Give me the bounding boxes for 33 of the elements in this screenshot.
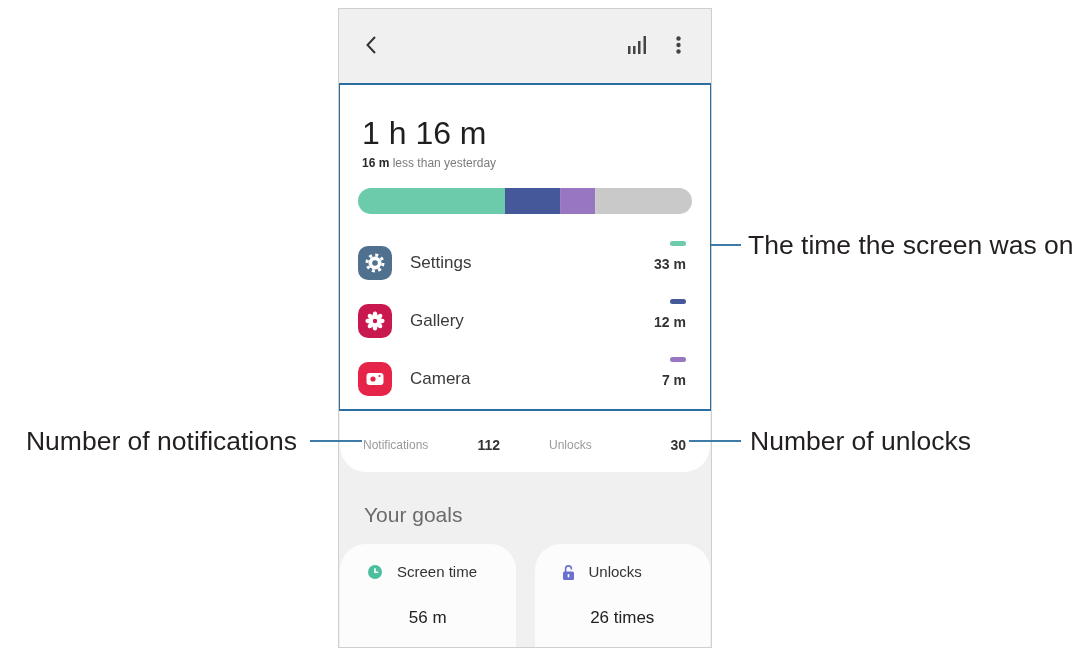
callout-text: Number of notifications	[25, 427, 297, 455]
goal-label: Unlocks	[588, 562, 642, 582]
back-icon[interactable]	[366, 35, 376, 54]
app-name: Camera	[410, 368, 471, 390]
goal-card[interactable]: Unlocks 26 times	[534, 544, 710, 647]
section-heading: Your goals	[364, 502, 463, 528]
callout-text: The time the screen was on	[748, 231, 1074, 259]
padlock-icon	[562, 564, 574, 580]
goal-value: 56 m	[408, 607, 447, 629]
app-time: 12 m	[654, 314, 686, 330]
callout-line	[689, 440, 741, 442]
bar-chart-icon[interactable]	[628, 35, 646, 54]
comparison-text: 16 m less than yesterday	[362, 155, 497, 171]
callout-text: Number of unlocks	[750, 427, 971, 455]
stat-value: 30	[670, 435, 686, 455]
camera-icon	[358, 362, 392, 396]
stat-value: 112	[477, 435, 500, 455]
stat-label: Unlocks	[549, 437, 592, 454]
goal-label: Screen time	[397, 562, 478, 582]
goal-card[interactable]: Screen time 56 m	[340, 544, 516, 647]
gear-icon	[358, 246, 392, 280]
app-time: 7 m	[661, 372, 686, 388]
app-name: Gallery	[410, 310, 464, 332]
app-time: 33 m	[654, 256, 686, 272]
callout-line	[711, 244, 741, 246]
clock-icon	[368, 565, 382, 579]
screen-time-total: 1 h 16 m	[362, 115, 487, 151]
goal-value: 26 times	[590, 607, 655, 629]
app-name: Settings	[410, 252, 472, 274]
stat-label: Notifications	[363, 437, 429, 454]
more-options-icon[interactable]	[676, 35, 681, 54]
flower-icon	[358, 304, 392, 338]
callout-line	[310, 440, 362, 442]
